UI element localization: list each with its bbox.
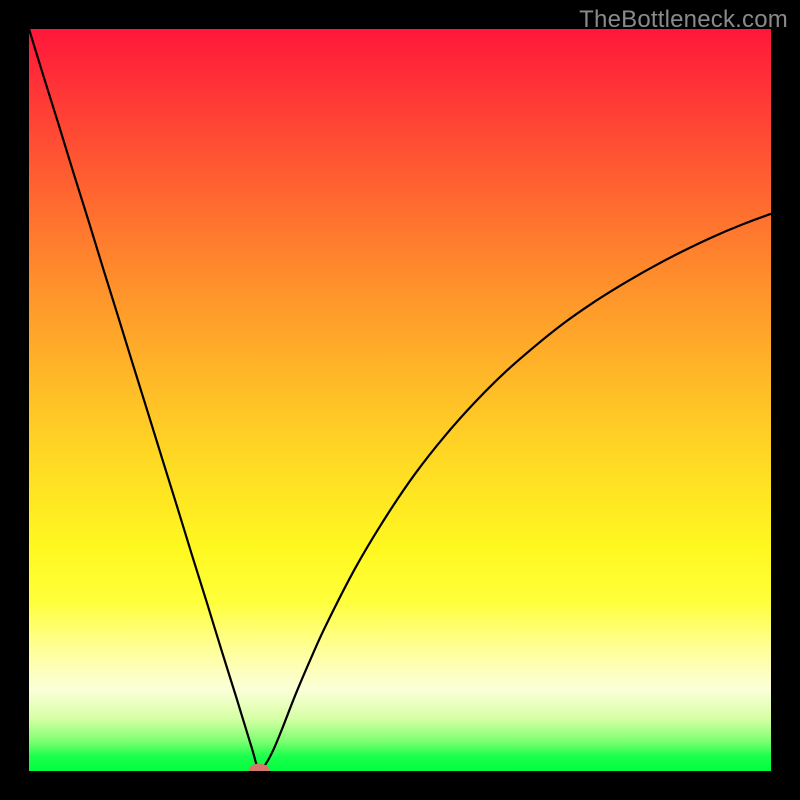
optimum-marker [249, 764, 270, 771]
plot-area [29, 29, 771, 771]
chart-frame: TheBottleneck.com [0, 0, 800, 800]
bottleneck-curve [29, 29, 771, 771]
watermark-label: TheBottleneck.com [579, 6, 788, 34]
chart-svg [29, 29, 771, 771]
